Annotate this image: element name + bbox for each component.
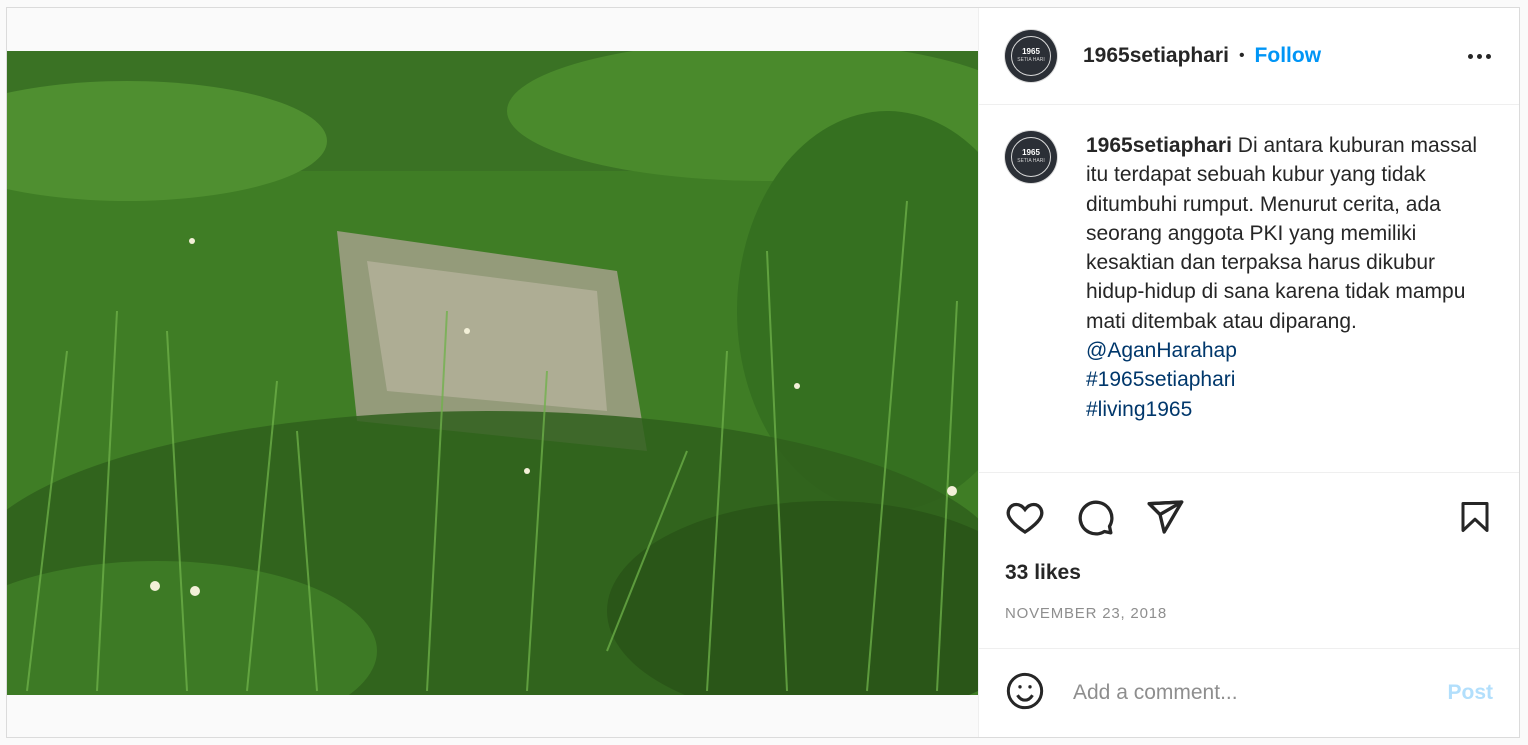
- follow-button[interactable]: Follow: [1255, 44, 1322, 68]
- caption-section: 1965 SETIA HARI 1965setiaphari Di antara…: [979, 105, 1519, 473]
- post-sidebar: 1965 SETIA HARI 1965setiaphari • Follow …: [979, 8, 1519, 737]
- caption-text: 1965setiaphari Di antara kuburan massal …: [1086, 131, 1486, 472]
- post-header: 1965 SETIA HARI 1965setiaphari • Follow: [979, 8, 1519, 105]
- post-comment-button[interactable]: Post: [1447, 681, 1493, 705]
- caption-body: Di antara kuburan massal itu terdapat se…: [1086, 134, 1478, 333]
- caption-username[interactable]: 1965setiaphari: [1086, 134, 1232, 157]
- comment-icon[interactable]: [1075, 497, 1115, 537]
- post-card: 1965 SETIA HARI 1965setiaphari • Follow …: [6, 7, 1520, 738]
- avatar-logo-text: 1965: [1022, 47, 1040, 56]
- username-link[interactable]: 1965setiaphari: [1083, 44, 1229, 68]
- more-dot: [1477, 53, 1482, 59]
- separator-dot: •: [1238, 47, 1245, 64]
- more-dot: [1486, 53, 1491, 59]
- bookmark-icon[interactable]: [1457, 497, 1493, 537]
- heart-icon[interactable]: [1005, 497, 1045, 537]
- action-bar: [979, 473, 1519, 561]
- comment-input[interactable]: [1071, 680, 1448, 706]
- avatar[interactable]: 1965 SETIA HARI: [1005, 30, 1057, 82]
- like-count[interactable]: 33 likes: [979, 561, 1519, 591]
- hashtag-link[interactable]: #1965setiaphari: [1086, 365, 1486, 394]
- hashtag-link[interactable]: #living1965: [1086, 395, 1486, 424]
- comment-bar: Post: [979, 649, 1519, 737]
- mention-link[interactable]: @AganHarahap: [1086, 336, 1486, 365]
- avatar-logo: 1965 SETIA HARI: [1011, 137, 1051, 177]
- post-date[interactable]: NOVEMBER 23, 2018: [979, 591, 1519, 649]
- avatar-logo-subtext: SETIA HARI: [1017, 57, 1045, 63]
- post-media: [7, 8, 979, 737]
- more-dot: [1468, 53, 1473, 59]
- post-photo[interactable]: [7, 51, 978, 695]
- emoji-icon[interactable]: [1005, 671, 1045, 716]
- more-options-icon[interactable]: [1464, 48, 1495, 65]
- avatar-logo-text: 1965: [1022, 148, 1040, 157]
- avatar-logo-subtext: SETIA HARI: [1017, 158, 1045, 164]
- avatar-logo: 1965 SETIA HARI: [1011, 36, 1051, 76]
- caption-avatar[interactable]: 1965 SETIA HARI: [1005, 131, 1057, 183]
- share-icon[interactable]: [1145, 497, 1185, 537]
